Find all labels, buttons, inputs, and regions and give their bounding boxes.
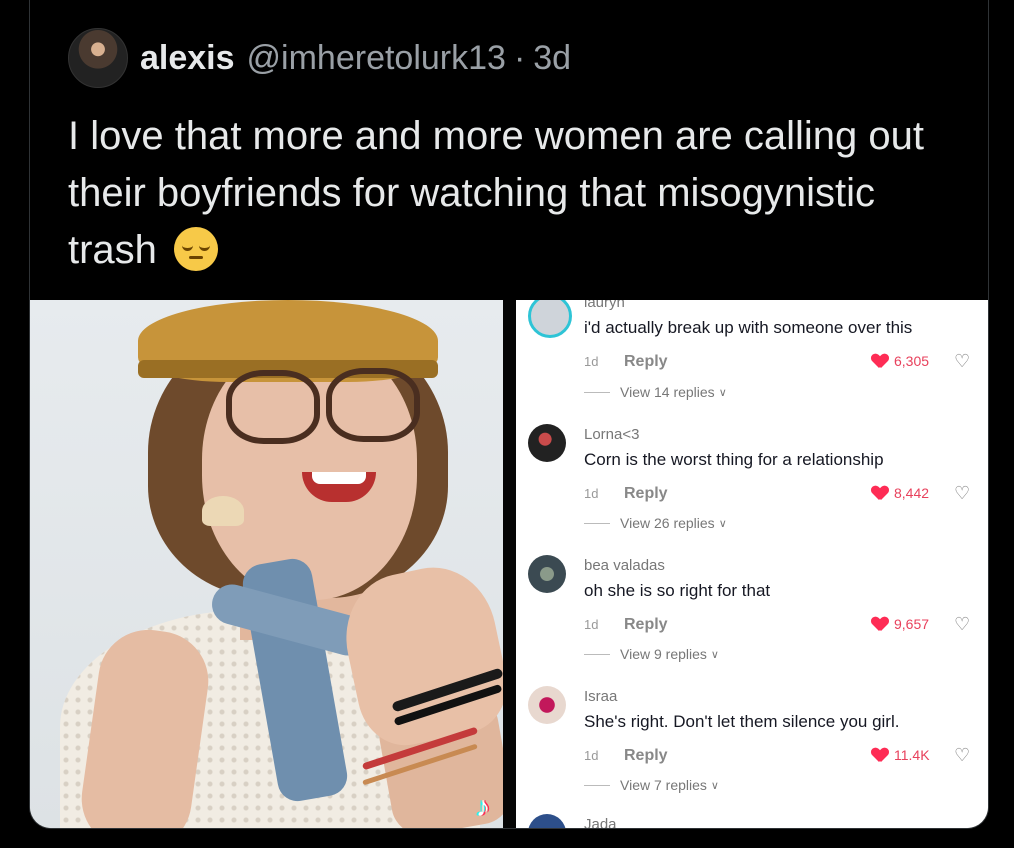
tiktok-comments-panel: lauryn i'd actually break up with someon… xyxy=(516,300,988,828)
commenter-avatar[interactable] xyxy=(528,814,566,828)
comment-text: oh she is so right for that xyxy=(584,581,771,600)
like-count-value: 6,305 xyxy=(894,353,930,369)
commenter-avatar[interactable] xyxy=(528,300,572,338)
view-replies-text: View 14 replies xyxy=(620,384,715,400)
media-divider xyxy=(503,300,516,828)
view-replies-text: View 9 replies xyxy=(620,646,707,662)
view-replies-text: View 26 replies xyxy=(620,515,715,531)
view-replies-link[interactable]: View 14 replies ∨ xyxy=(584,384,727,400)
comment-age: 1d xyxy=(584,486,599,501)
comment-age: 1d xyxy=(584,748,599,763)
video-thumbnail[interactable]: ♪ xyxy=(30,300,503,828)
user-handle[interactable]: @imheretolurk13 xyxy=(247,39,506,78)
like-count[interactable]: 8,442 xyxy=(872,485,929,501)
like-count[interactable]: 9,657 xyxy=(872,616,929,632)
view-replies-text: View 7 replies xyxy=(620,777,707,793)
view-replies-link[interactable]: View 9 replies ∨ xyxy=(584,646,719,662)
like-count-value: 11.4K xyxy=(894,747,930,763)
timestamp[interactable]: 3d xyxy=(533,39,571,78)
commenter-avatar[interactable] xyxy=(528,555,566,593)
commenter-avatar[interactable] xyxy=(528,424,566,462)
heart-icon[interactable] xyxy=(872,354,888,368)
reply-button[interactable]: Reply xyxy=(624,485,668,503)
comment-age: 1d xyxy=(584,617,599,632)
dislike-icon[interactable]: ♡ xyxy=(954,745,972,765)
avatar[interactable] xyxy=(68,28,128,88)
chevron-down-icon: ∨ xyxy=(710,648,719,661)
dislike-icon[interactable]: ♡ xyxy=(954,614,972,634)
like-count[interactable]: 11.4K xyxy=(872,747,930,763)
comment-username[interactable]: Lorna<3 xyxy=(584,426,639,443)
comment-username[interactable]: lauryn xyxy=(584,300,625,311)
like-count-value: 8,442 xyxy=(894,485,930,501)
chevron-down-icon: ∨ xyxy=(718,517,727,530)
comment-username[interactable]: Jada xyxy=(584,816,617,828)
heart-icon[interactable] xyxy=(872,748,888,762)
commenter-avatar[interactable] xyxy=(528,686,566,724)
comment-age: 1d xyxy=(584,354,599,369)
reply-button[interactable]: Reply xyxy=(624,616,668,634)
like-count-value: 9,657 xyxy=(894,616,930,632)
reply-button[interactable]: Reply xyxy=(624,747,668,765)
tweet-header: alexis @imheretolurk13 · 3d xyxy=(68,28,571,88)
chevron-down-icon: ∨ xyxy=(718,386,727,399)
comment-text: Corn is the worst thing for a relationsh… xyxy=(584,450,884,469)
comment-text: i'd actually break up with someone over … xyxy=(584,318,913,337)
view-replies-link[interactable]: View 26 replies ∨ xyxy=(584,515,727,531)
separator-dot: · xyxy=(513,38,526,77)
dislike-icon[interactable]: ♡ xyxy=(954,351,972,371)
like-count[interactable]: 6,305 xyxy=(872,353,929,369)
comment-username[interactable]: bea valadas xyxy=(584,557,665,574)
view-replies-link[interactable]: View 7 replies ∨ xyxy=(584,777,719,793)
dislike-icon[interactable]: ♡ xyxy=(954,483,972,503)
tweet-body: I love that more and more women are call… xyxy=(68,108,948,279)
chevron-down-icon: ∨ xyxy=(710,779,719,792)
tweet-card[interactable]: alexis @imheretolurk13 · 3d I love that … xyxy=(29,0,989,829)
tweet-media[interactable]: ♪ lauryn i'd actually break up with some… xyxy=(30,300,988,828)
comment-username[interactable]: Israa xyxy=(584,688,617,705)
pensive-face-emoji-icon xyxy=(174,227,219,271)
reply-button[interactable]: Reply xyxy=(624,353,668,371)
display-name[interactable]: alexis xyxy=(140,39,235,78)
tiktok-icon: ♪ xyxy=(476,791,490,822)
heart-icon[interactable] xyxy=(872,617,888,631)
comment-text: She's right. Don't let them silence you … xyxy=(584,712,900,731)
heart-icon[interactable] xyxy=(872,486,888,500)
